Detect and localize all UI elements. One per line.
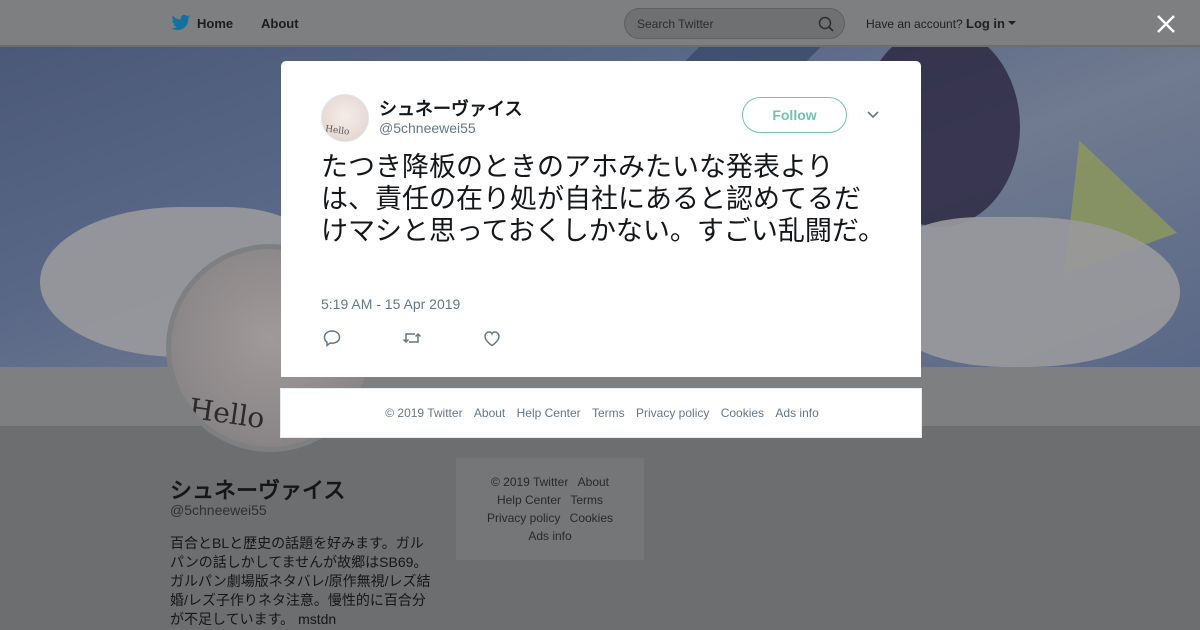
footer-cookies-link[interactable]: Cookies <box>721 406 764 420</box>
footer-ads-link[interactable]: Ads info <box>775 406 818 420</box>
follow-button[interactable]: Follow <box>742 97 847 133</box>
footer-help-link[interactable]: Help Center <box>497 493 561 507</box>
footer-cookies-link[interactable]: Cookies <box>570 511 613 525</box>
modal-footer: © 2019 Twitter About Help Center Terms P… <box>280 388 922 438</box>
tweet-text: たつき降板のときのアホみたいな発表よりは、責任の在り処が自社にあると認めてるだけ… <box>321 152 886 247</box>
banner-art-hand-right <box>880 217 1180 367</box>
search-icon[interactable] <box>818 16 834 32</box>
footer-terms-link[interactable]: Terms <box>592 406 625 420</box>
footer-privacy-link[interactable]: Privacy policy <box>487 511 560 525</box>
tweet-timestamp[interactable]: 5:19 AM - 15 Apr 2019 <box>321 296 460 312</box>
avatar[interactable]: Hello <box>321 94 369 142</box>
tweet-modal: Hello シュネーヴァイス @5chneewei55 Follow たつき降板… <box>281 61 921 377</box>
footer-copyright: © 2019 Twitter <box>490 475 569 489</box>
sidebar-footer: © 2019 Twitter About Help Center Terms P… <box>456 458 644 560</box>
login-link[interactable]: Log in <box>966 16 1005 31</box>
profile-bio: 百合とBLと歴史の話題を好みます。ガルパンの話しかしてませんが故郷はSB69。ガ… <box>170 535 431 627</box>
profile-name[interactable]: シュネーヴァイス <box>170 473 345 505</box>
nav-about-link[interactable]: About <box>261 16 299 31</box>
author-handle[interactable]: @5chneewei55 <box>379 120 476 136</box>
footer-ads-link[interactable]: Ads info <box>528 529 571 543</box>
close-icon[interactable] <box>1155 13 1177 35</box>
like-button[interactable] <box>481 327 503 349</box>
search-input[interactable]: Search Twitter <box>637 17 713 31</box>
search-box[interactable]: Search Twitter <box>624 8 845 39</box>
twitter-bird-icon[interactable] <box>171 14 191 32</box>
retweet-icon <box>402 332 422 344</box>
footer-help-link[interactable]: Help Center <box>517 406 581 420</box>
login-caret-icon[interactable] <box>1008 21 1016 25</box>
have-account-text: Have an account? <box>866 17 963 31</box>
footer-terms-link[interactable]: Terms <box>570 493 603 507</box>
footer-privacy-link[interactable]: Privacy policy <box>636 406 709 420</box>
footer-copyright: © 2019 Twitter <box>385 406 463 420</box>
avatar-hello-text: Hello <box>324 124 350 138</box>
chevron-down-icon[interactable] <box>864 106 882 124</box>
reply-icon <box>323 330 341 347</box>
footer-about-link[interactable]: About <box>474 406 505 420</box>
reply-button[interactable] <box>321 327 343 349</box>
author-name[interactable]: シュネーヴァイス <box>379 95 522 121</box>
footer-about-link[interactable]: About <box>578 475 609 489</box>
top-navigation-bar: Home About Search Twitter Have an accoun… <box>0 0 1200 46</box>
like-icon <box>484 331 500 347</box>
retweet-button[interactable] <box>401 327 423 349</box>
nav-home-link[interactable]: Home <box>197 16 233 31</box>
profile-handle[interactable]: @5chneewei55 <box>170 502 267 518</box>
